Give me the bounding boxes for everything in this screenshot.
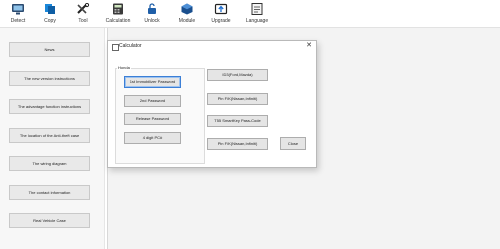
upgrade-button[interactable]: Upgrade [204,2,238,26]
detect-label: Detect [10,18,26,24]
release-password-button[interactable]: Release Password [124,113,181,125]
close-button[interactable]: Close [280,137,306,150]
pin-fk-nissan-infiniti-button[interactable]: Pin F/K(Nissan,Infiniti) [207,93,268,105]
module-button[interactable]: Module [170,2,204,26]
language-label: Language [245,18,269,24]
module-icon [181,3,193,15]
toolbar: Detect Copy Tool Calculation Unlock Modu… [0,0,500,28]
sidebar-item-wiring-diagram[interactable]: The wiring diagram [9,156,90,171]
unlock-icon [148,3,156,14]
calculation-label: Calculation [105,18,131,24]
sidebar-item-advantage-functions[interactable]: The advantage function instructions [9,99,90,114]
t55-smartkey-passcode-button[interactable]: T55 SmartKey Pass-Code [207,115,268,127]
tools-icon [77,3,90,14]
pin-fk-nissan-infiniti-2-button[interactable]: Pin F/K(Nissan,Infiniti) [207,138,268,150]
first-immobilizer-password-button[interactable]: 1st Immobilizer Password [124,76,181,88]
four-digit-pc-button[interactable]: 4 digit PC# [124,132,181,144]
dialog-title: Calculator [119,43,142,49]
module-label: Module [178,18,196,24]
calculator-app-icon [112,44,119,51]
unlock-button[interactable]: Unlock [135,2,169,26]
unlock-label: Unlock [144,18,160,24]
copy-icon [45,4,55,14]
sidebar-item-anti-theft-location[interactable]: The location of the Anti-theft case [9,128,90,143]
close-icon[interactable]: ✕ [306,42,312,50]
sidebar-item-real-vehicle-case[interactable]: Real Vehicle Case [9,213,90,228]
sidebar-item-new-version[interactable]: The new version instructions [9,71,90,86]
upgrade-icon [214,3,228,15]
calculator-dialog: Calculator ✕ Honda 1st Immobilizer Passw… [107,40,317,168]
tool-button[interactable]: Tool [66,2,100,26]
second-password-button[interactable]: 2nd Password [124,95,181,107]
copy-button[interactable]: Copy [33,2,67,26]
sidebar-item-contact-information[interactable]: The contact information [9,185,90,200]
calculation-button[interactable]: Calculation [101,2,135,26]
detect-button[interactable]: Detect [1,2,35,26]
sidebar: News The new version instructions The ad… [0,28,105,249]
upgrade-label: Upgrade [211,18,231,24]
dialog-title-bar: Calculator ✕ [108,41,316,52]
honda-group-label: Honda [117,65,131,70]
monitor-icon [12,4,24,15]
id3-ford-mazda-button[interactable]: ID3(Ford,Mazda) [207,69,268,81]
copy-label: Copy [44,18,56,24]
sidebar-item-news[interactable]: News [9,42,90,57]
language-icon [251,3,263,15]
calculator-icon [113,3,123,15]
tool-label: Tool [78,18,88,24]
language-button[interactable]: Language [240,2,274,26]
